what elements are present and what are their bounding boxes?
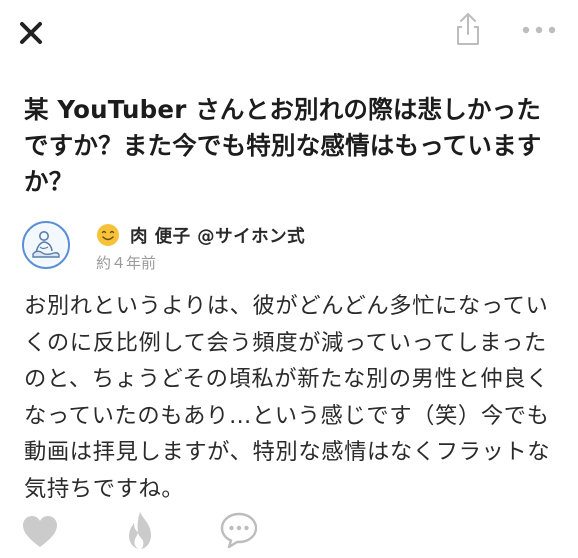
more-button[interactable] (514, 14, 564, 46)
comment-icon (220, 512, 258, 549)
smiley-icon (97, 224, 119, 246)
comment-button[interactable] (218, 510, 260, 552)
like-button[interactable] (20, 512, 60, 552)
fire-button[interactable] (120, 510, 160, 552)
avatar-illustration-icon (25, 224, 66, 265)
answer-timestamp: 約４年前 (96, 254, 157, 272)
avatar[interactable] (22, 221, 70, 269)
top-bar (0, 0, 578, 64)
author-row: 肉 便子 @サイホン式 (96, 222, 305, 248)
question-title: 某 YouTuber さんとお別れの際は悲しかったですか？また今でも特別な感情は… (24, 95, 542, 196)
author-name[interactable]: 肉 便子 @サイホン式 (130, 223, 305, 248)
more-icon (522, 26, 556, 34)
reaction-bar (0, 506, 578, 558)
answer-text: お別れというよりは、彼がどんどん多忙になっていくのに反比例して会う頻度が減ってい… (24, 293, 551, 502)
share-icon (457, 13, 479, 45)
fire-icon (129, 512, 151, 549)
close-icon (20, 22, 42, 44)
heart-icon (23, 516, 57, 547)
share-button[interactable] (448, 10, 488, 50)
close-button[interactable] (16, 16, 48, 48)
